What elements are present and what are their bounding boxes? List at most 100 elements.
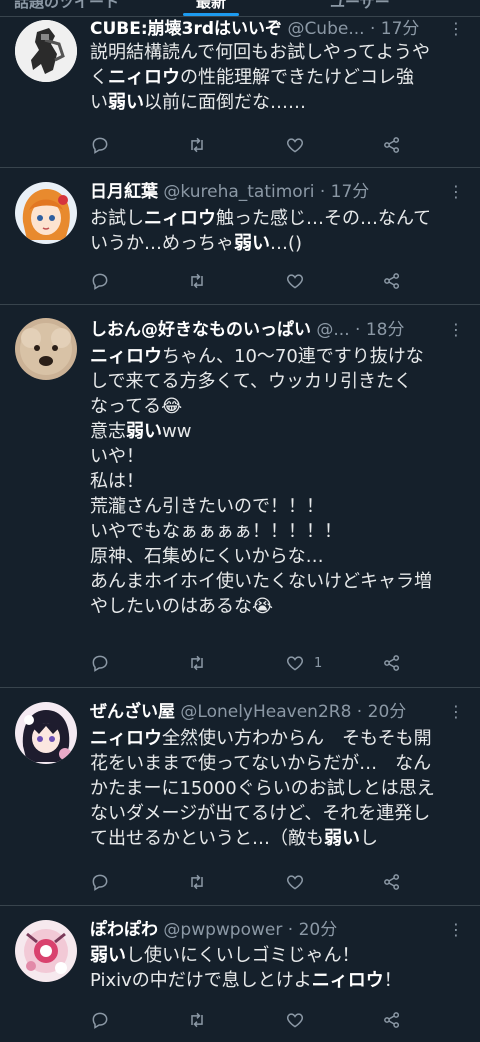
user-handle[interactable]: @Cube...: [287, 19, 364, 39]
share-button[interactable]: [382, 870, 402, 894]
more-icon[interactable]: ⋮: [446, 181, 466, 203]
user-handle[interactable]: @pwpwpower: [163, 920, 282, 940]
timestamp[interactable]: 18分: [366, 320, 405, 340]
avatar[interactable]: [15, 182, 77, 244]
more-icon[interactable]: ⋮: [446, 18, 466, 40]
highlight: 弱い: [108, 92, 144, 113]
text-line: Pixivの中だけで息しとけよニィロウ！: [90, 970, 402, 991]
text-line: 私は！: [90, 471, 144, 492]
more-icon[interactable]: ⋮: [446, 919, 466, 941]
timestamp[interactable]: 17分: [381, 19, 420, 39]
share-button[interactable]: [382, 1008, 402, 1032]
more-icon[interactable]: ⋮: [446, 319, 466, 341]
display-name[interactable]: ぜんざい屋: [90, 702, 175, 722]
more-icon[interactable]: ⋮: [446, 701, 466, 723]
text-line: ニィロウ全然使い方わからん そもそも開: [90, 728, 432, 749]
avatar[interactable]: [15, 20, 77, 82]
share-icon: [384, 1012, 400, 1028]
retweet-button[interactable]: [187, 269, 207, 293]
separator: ·: [364, 19, 381, 39]
reply-icon: [92, 137, 108, 154]
tweet-text: ニィロウ全然使い方わからん そもそも開 花をいままで使ってないからだが… なん …: [90, 726, 456, 851]
highlight: 弱い: [234, 233, 270, 254]
timestamp[interactable]: 20分: [299, 920, 338, 940]
display-name[interactable]: ぽわぽわ: [90, 920, 158, 940]
tweet-actions: [90, 133, 410, 157]
highlight: ニィロウ: [144, 208, 216, 229]
display-name[interactable]: しおん@好きなものいっぱい: [90, 320, 311, 340]
separator: ·: [282, 920, 299, 940]
reply-icon: [92, 655, 108, 672]
reply-button[interactable]: [90, 1008, 110, 1032]
timestamp[interactable]: 20分: [368, 702, 407, 722]
tweet[interactable]: ぜんざい屋 @LonelyHeaven2R8 · 20分 ⋮ ニィロウ全然使い方…: [0, 688, 480, 906]
display-name[interactable]: CUBE:崩壊3rdはいいぞ: [90, 19, 282, 39]
highlight: ニィロウ: [90, 346, 162, 367]
tweet[interactable]: しおん@好きなものいっぱい @... · 18分 ⋮ ニィロウちゃん、10〜70…: [0, 305, 480, 688]
reply-button[interactable]: [90, 651, 110, 675]
user-handle[interactable]: @kureha_tatimori: [163, 182, 314, 202]
like-button[interactable]: [285, 870, 314, 894]
tweet[interactable]: ぽわぽわ @pwpwpower · 20分 ⋮ 弱いし使いにくいしゴミじゃん！ …: [0, 906, 480, 1042]
tweet-actions: 1: [90, 651, 410, 675]
display-name[interactable]: 日月紅葉: [90, 182, 158, 202]
reply-button[interactable]: [90, 133, 110, 157]
separator: ·: [349, 320, 366, 340]
user-handle[interactable]: @...: [316, 320, 349, 340]
like-button[interactable]: [285, 269, 314, 293]
user-handle[interactable]: @LonelyHeaven2R8: [180, 702, 351, 722]
tweet-header: ぽわぽわ @pwpwpower · 20分: [90, 917, 446, 943]
like-button[interactable]: [285, 1008, 314, 1032]
tweet-text: 説明結構読んで何回もお試しやってようや くニィロウの性能理解できたけどコレ強 い…: [90, 40, 456, 115]
text-line: 弱いし使いにくいしゴミじゃん！: [90, 945, 360, 966]
tweet[interactable]: CUBE:崩壊3rdはいいぞ @Cube... · 17分 ⋮ 説明結構読んで何…: [0, 16, 480, 168]
text-line: なってる😂: [90, 396, 183, 417]
share-button[interactable]: [382, 651, 402, 675]
retweet-icon: [191, 874, 203, 890]
heart-icon: [286, 274, 304, 289]
heart-icon: [286, 138, 304, 153]
heart-icon: [286, 1013, 304, 1028]
separator: ·: [351, 702, 368, 722]
share-icon: [384, 137, 400, 153]
text-line: 意志弱いww: [90, 421, 192, 442]
retweet-button[interactable]: [187, 870, 207, 894]
share-icon: [384, 874, 400, 890]
retweet-icon: [191, 655, 203, 671]
separator: ·: [314, 182, 331, 202]
tweet-text: ニィロウちゃん、10〜70連ですり抜けな しで来てる方多くて、ウッカリ引きたく …: [90, 344, 456, 619]
highlight: ニィロウ: [90, 728, 162, 749]
reply-icon: [92, 874, 108, 891]
text-line: 原神、石集めにくいからな…: [90, 546, 324, 567]
tweet-header: CUBE:崩壊3rdはいいぞ @Cube... · 17分: [90, 16, 446, 42]
reply-button[interactable]: [90, 870, 110, 894]
share-icon: [384, 273, 400, 289]
tweet-actions: [90, 1008, 410, 1032]
text-line: お試しニィロウ触った感じ…その…なんて: [90, 208, 432, 229]
tweet[interactable]: 日月紅葉 @kureha_tatimori · 17分 ⋮ お試しニィロウ触った…: [0, 168, 480, 305]
tab-people[interactable]: ユーザー: [330, 0, 390, 12]
retweet-button[interactable]: [187, 651, 207, 675]
like-count: 1: [314, 655, 323, 671]
share-button[interactable]: [382, 269, 402, 293]
reply-button[interactable]: [90, 269, 110, 293]
avatar[interactable]: [15, 702, 77, 764]
text-line: やしたいのはあるな😭: [90, 596, 274, 617]
like-button[interactable]: 1: [285, 651, 322, 675]
tweet-text: 弱いし使いにくいしゴミじゃん！ Pixivの中だけで息しとけよニィロウ！: [90, 943, 456, 993]
tab-latest[interactable]: 最新: [196, 0, 226, 12]
tweet-header: 日月紅葉 @kureha_tatimori · 17分: [90, 179, 446, 205]
timestamp[interactable]: 17分: [331, 182, 370, 202]
tweet-header: しおん@好きなものいっぱい @... · 18分: [90, 317, 446, 343]
retweet-button[interactable]: [187, 1008, 207, 1032]
tab-top[interactable]: 話題のツイート: [14, 0, 119, 12]
text-line: 荒瀧さん引きたいので！！！: [90, 496, 324, 517]
share-button[interactable]: [382, 133, 402, 157]
share-icon: [384, 655, 400, 671]
like-button[interactable]: [285, 133, 314, 157]
retweet-button[interactable]: [187, 133, 207, 157]
text-line: くニィロウの性能理解できたけどコレ強: [90, 67, 414, 88]
avatar[interactable]: [15, 920, 77, 982]
text-line: いうか…めっちゃ弱い…(): [90, 233, 303, 254]
avatar[interactable]: [15, 318, 77, 380]
